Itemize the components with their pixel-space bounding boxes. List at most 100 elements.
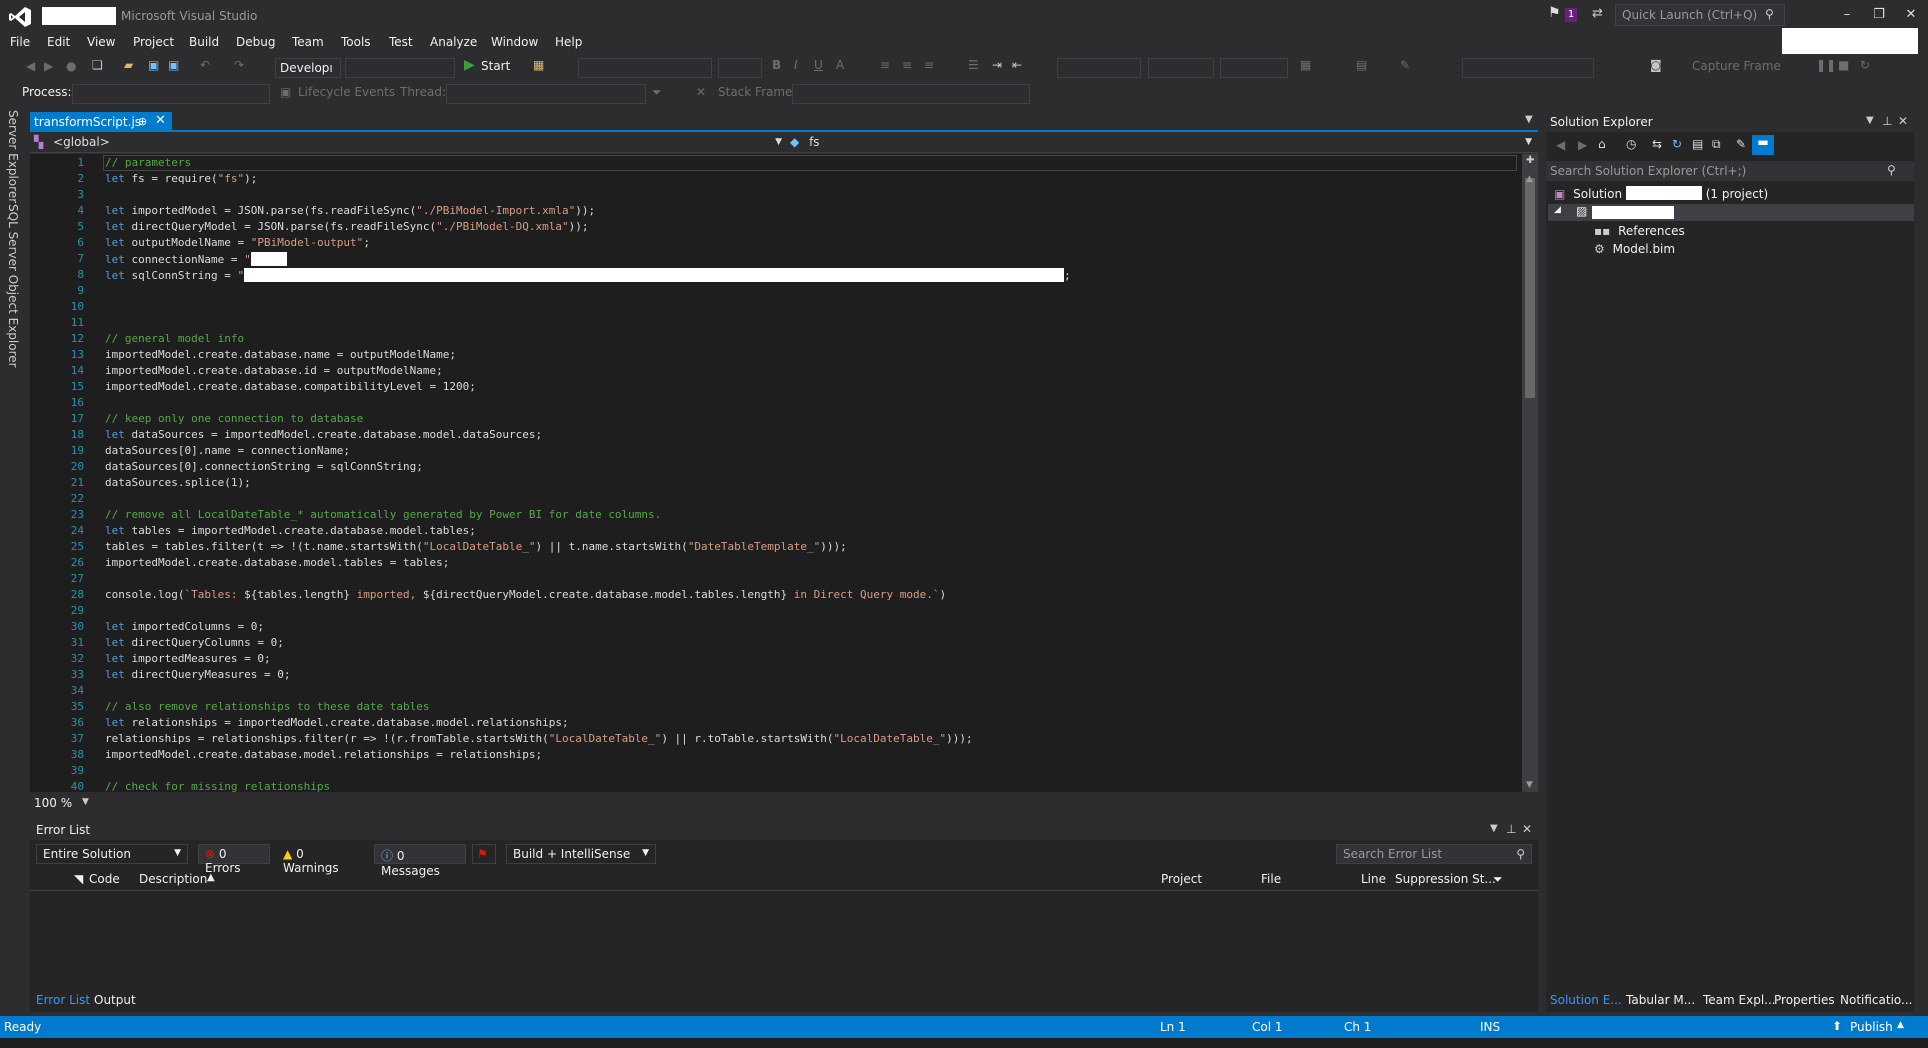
- format-select-3[interactable]: [1220, 58, 1288, 78]
- show-all-files-icon[interactable]: ⧉: [1712, 137, 1721, 152]
- publish-button[interactable]: Publish: [1850, 1020, 1893, 1034]
- format-select-2[interactable]: [1148, 58, 1214, 78]
- menu-edit[interactable]: Edit: [47, 35, 70, 49]
- close-icon[interactable]: ✕: [1522, 822, 1532, 836]
- column-file[interactable]: File: [1261, 872, 1281, 886]
- chevron-up-icon[interactable]: ▲: [1897, 1020, 1904, 1030]
- browser-link-icon[interactable]: ▦: [533, 58, 544, 72]
- tree-item-solution[interactable]: ▣ Solution (1 project): [1554, 186, 1910, 204]
- menu-build[interactable]: Build: [189, 35, 219, 49]
- solution-explorer-search[interactable]: Search Solution Explorer (Ctrl+;): [1546, 161, 1914, 181]
- server-explorer-tab[interactable]: Server Explorer: [6, 110, 20, 203]
- save-icon[interactable]: ▣: [148, 58, 159, 72]
- save-all-icon[interactable]: ▣: [168, 58, 179, 72]
- stack-frame-icon[interactable]: ✕: [696, 85, 706, 99]
- column-description[interactable]: Description: [139, 872, 207, 886]
- align-right-icon[interactable]: ≡: [924, 58, 934, 72]
- text-color-icon[interactable]: A: [836, 58, 844, 72]
- menu-test[interactable]: Test: [389, 35, 413, 49]
- close-window-button[interactable]: ✕: [1896, 4, 1926, 26]
- pause-icon[interactable]: ❚❚: [1816, 58, 1836, 72]
- lifecycle-events-icon[interactable]: ▣: [280, 85, 291, 99]
- menu-debug[interactable]: Debug: [236, 35, 275, 49]
- properties-wrench-icon[interactable]: ✎: [1736, 137, 1746, 151]
- restore-button[interactable]: ❐: [1864, 4, 1894, 26]
- column-flag-icon[interactable]: ◥: [74, 872, 83, 886]
- refresh-icon[interactable]: ↻: [1672, 137, 1682, 151]
- bullet-list-icon[interactable]: ☰: [968, 58, 979, 72]
- solution-configuration-select[interactable]: Developı: [275, 58, 341, 78]
- menu-help[interactable]: Help: [555, 35, 582, 49]
- error-search-input[interactable]: Search Error List ⚲: [1336, 844, 1532, 864]
- scroll-up-icon[interactable]: ▲: [1526, 174, 1533, 184]
- forward-icon-2[interactable]: ●: [66, 59, 76, 73]
- camera-icon[interactable]: ◙: [1650, 58, 1662, 72]
- format-select-4[interactable]: [1462, 58, 1594, 78]
- stop-icon[interactable]: ■: [1838, 58, 1849, 72]
- build-intellisense-select[interactable]: Build + IntelliSense ▼: [506, 844, 656, 864]
- lifecycle-events-button[interactable]: Lifecycle Events: [298, 85, 395, 99]
- undo-icon[interactable]: ↶: [200, 58, 210, 72]
- filter-icon[interactable]: ⚑: [472, 844, 496, 864]
- search-icon[interactable]: ⚲: [1765, 7, 1774, 21]
- close-tab-icon[interactable]: ✕: [155, 113, 166, 128]
- code-editor[interactable]: 1// parameters 2 let fs = require("fs"); 3 4…: [50, 154, 1522, 792]
- outdent-icon[interactable]: ⇤: [1012, 58, 1022, 72]
- process-select[interactable]: [72, 84, 270, 104]
- tab-overflow-dropdown-icon[interactable]: ▼: [1525, 114, 1533, 125]
- tab-output[interactable]: Output: [94, 993, 136, 1007]
- menu-tools[interactable]: Tools: [341, 35, 371, 49]
- start-button[interactable]: Start: [481, 59, 510, 73]
- wrench-icon[interactable]: ✎: [1400, 58, 1410, 72]
- panel-menu-icon[interactable]: ▼: [1866, 115, 1874, 126]
- open-file-icon[interactable]: ▰: [124, 58, 133, 72]
- scope-dropdown[interactable]: ▚ <global> ▼: [34, 135, 788, 153]
- pending-changes-icon[interactable]: ◷: [1626, 137, 1636, 151]
- tree-item-model-bim[interactable]: ⚙ Model.bim: [1594, 242, 1675, 256]
- indent-icon[interactable]: ⇥: [992, 58, 1002, 72]
- menu-window[interactable]: Window: [491, 35, 538, 49]
- new-project-icon[interactable]: ❏: [92, 58, 103, 72]
- redo-icon[interactable]: ↷: [234, 58, 244, 72]
- pin-icon[interactable]: ⊥: [1882, 114, 1892, 128]
- tab-notifications[interactable]: Notificatio...: [1840, 993, 1912, 1007]
- collapse-all-icon[interactable]: ▤: [1692, 137, 1703, 151]
- column-code[interactable]: Code: [89, 872, 120, 886]
- zoom-dropdown-icon[interactable]: ▼: [82, 797, 89, 807]
- error-scope-select[interactable]: Entire Solution ▼: [36, 844, 188, 864]
- expand-arrow-icon[interactable]: ◢: [1554, 205, 1561, 215]
- sql-server-object-explorer-tab[interactable]: SQL Server Object Explorer: [6, 204, 20, 368]
- tab-solution-explorer[interactable]: Solution E...: [1550, 993, 1622, 1007]
- editor-scroll-thumb[interactable]: [1525, 178, 1535, 398]
- column-line[interactable]: Line: [1361, 872, 1386, 886]
- forward-icon[interactable]: ▶: [44, 59, 53, 73]
- preview-selected-icon[interactable]: ▬: [1752, 135, 1774, 155]
- member-dropdown[interactable]: ◆ fs ▼: [790, 135, 1538, 153]
- tab-error-list[interactable]: Error List: [36, 993, 90, 1007]
- tab-tabular-model[interactable]: Tabular M...: [1626, 993, 1695, 1007]
- align-center-icon[interactable]: ≡: [902, 58, 912, 72]
- errors-filter-button[interactable]: ⊗ 0 Errors: [198, 844, 270, 875]
- border-icon[interactable]: ▦: [1300, 58, 1311, 72]
- home-icon[interactable]: ⌂: [1598, 137, 1606, 151]
- quick-launch-input[interactable]: Quick Launch (Ctrl+Q): [1615, 4, 1785, 26]
- column-project[interactable]: Project: [1161, 872, 1202, 886]
- sync-icon[interactable]: ⇆: [1652, 137, 1662, 151]
- minimize-button[interactable]: –: [1832, 4, 1862, 26]
- start-icon[interactable]: ▶: [464, 57, 475, 73]
- column-filter-icon[interactable]: ⏷: [1493, 872, 1503, 887]
- solution-platform-select[interactable]: [345, 58, 455, 78]
- menu-view[interactable]: View: [87, 35, 115, 49]
- font-size-select[interactable]: [718, 58, 762, 78]
- stack-frame-select[interactable]: [792, 84, 1030, 104]
- italic-icon[interactable]: I: [794, 58, 798, 72]
- tree-item-project[interactable]: ◢ ▨: [1548, 204, 1914, 221]
- split-editor-icon[interactable]: ✚: [1526, 155, 1534, 166]
- bold-icon[interactable]: B: [772, 58, 781, 72]
- tree-item-references[interactable]: ▪▪ References: [1594, 224, 1685, 238]
- font-select[interactable]: [578, 58, 712, 78]
- format-select-1[interactable]: [1057, 58, 1141, 78]
- thread-select[interactable]: [446, 84, 646, 104]
- menu-analyze[interactable]: Analyze: [430, 35, 477, 49]
- back-icon[interactable]: ◀: [1556, 138, 1565, 152]
